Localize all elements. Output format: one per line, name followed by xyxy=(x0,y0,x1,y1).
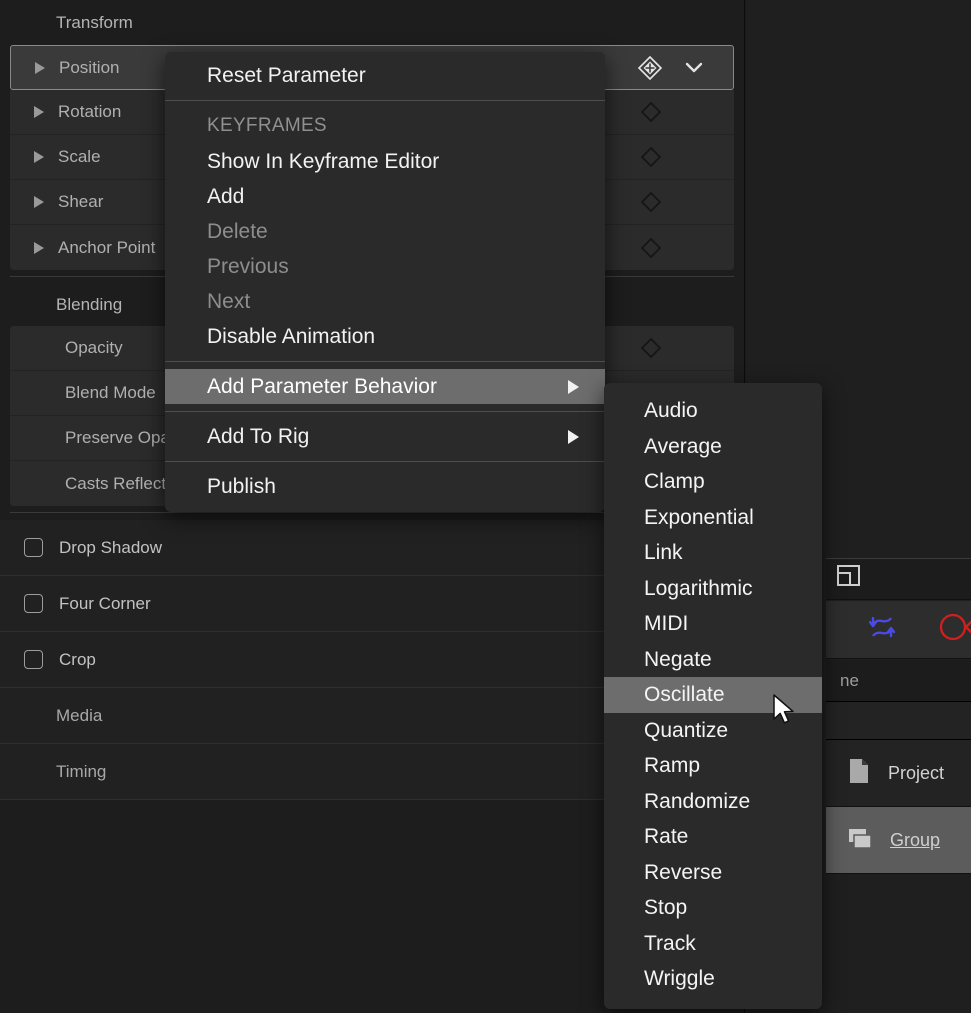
document-icon xyxy=(848,758,870,789)
disclosure-triangle-icon[interactable] xyxy=(34,196,44,208)
menu-item-show-in-keyframe-editor[interactable]: Show In Keyframe Editor xyxy=(165,144,605,179)
menu-item-add-parameter-behavior[interactable]: Add Parameter Behavior xyxy=(165,369,605,404)
group-layers-icon xyxy=(848,826,872,855)
submenu-item-link[interactable]: Link xyxy=(604,535,822,571)
checkbox-label: Four Corner xyxy=(59,594,151,614)
checkbox-label: Drop Shadow xyxy=(59,538,162,558)
context-menu: Reset Parameter KEYFRAMES Show In Keyfra… xyxy=(165,52,605,512)
section-label: Media xyxy=(56,706,102,726)
parameter-label: Anchor Point xyxy=(58,238,155,258)
submenu-item-negate[interactable]: Negate xyxy=(604,642,822,678)
submenu-item-audio[interactable]: Audio xyxy=(604,393,822,429)
menu-item-next: Next xyxy=(165,284,605,319)
keyframe-diamond-icon[interactable] xyxy=(638,144,664,170)
checkbox-icon[interactable] xyxy=(24,538,43,557)
keyframe-diamond-icon[interactable] xyxy=(638,335,664,361)
parameter-label: Opacity xyxy=(65,338,123,358)
submenu-item-track[interactable]: Track xyxy=(604,926,822,962)
transform-section-title: Transform xyxy=(0,0,744,45)
dock-toolbar xyxy=(826,558,971,600)
submenu-item-average[interactable]: Average xyxy=(604,429,822,465)
dock-item-label: Project xyxy=(888,763,944,784)
menu-separator xyxy=(165,361,605,362)
disclosure-triangle-icon[interactable] xyxy=(34,242,44,254)
dock-name-field[interactable]: ne xyxy=(826,660,971,702)
parameter-label: Scale xyxy=(58,147,101,167)
mouse-cursor xyxy=(772,694,798,733)
menu-item-reset-parameter[interactable]: Reset Parameter xyxy=(165,58,605,93)
group-window-icon[interactable] xyxy=(836,564,864,595)
menu-item-label: Add Parameter Behavior xyxy=(207,375,437,398)
submenu-item-exponential[interactable]: Exponential xyxy=(604,500,822,536)
checkbox-icon[interactable] xyxy=(24,594,43,613)
checkbox-icon[interactable] xyxy=(24,650,43,669)
loop-arrows-icon[interactable] xyxy=(864,612,900,647)
dock-item-project[interactable]: Project xyxy=(826,740,971,807)
keyframe-diamond-icon[interactable] xyxy=(638,189,664,215)
dock-blank-row xyxy=(826,702,971,740)
menu-item-disable-animation[interactable]: Disable Animation xyxy=(165,319,605,354)
parameter-label: Rotation xyxy=(58,102,121,122)
dock-item-label: Group xyxy=(890,830,940,851)
submenu-item-logarithmic[interactable]: Logarithmic xyxy=(604,571,822,607)
disclosure-triangle-icon[interactable] xyxy=(34,106,44,118)
submenu-item-reverse[interactable]: Reverse xyxy=(604,855,822,891)
menu-separator xyxy=(165,461,605,462)
submenu-item-clamp[interactable]: Clamp xyxy=(604,464,822,500)
parameter-label: Blend Mode xyxy=(65,383,156,403)
dock-name-text: ne xyxy=(840,671,859,691)
submenu-item-rate[interactable]: Rate xyxy=(604,819,822,855)
chevron-down-icon[interactable] xyxy=(685,58,703,78)
parameter-label: Position xyxy=(59,58,119,78)
submenu-item-stop[interactable]: Stop xyxy=(604,890,822,926)
keyframe-add-icon[interactable] xyxy=(637,55,663,81)
submenu-item-randomize[interactable]: Randomize xyxy=(604,784,822,820)
menu-item-publish[interactable]: Publish xyxy=(165,469,605,504)
dock-item-group[interactable]: Group xyxy=(826,807,971,874)
submenu-arrow-icon xyxy=(568,380,579,394)
submenu-item-ramp[interactable]: Ramp xyxy=(604,748,822,784)
parameter-label: Shear xyxy=(58,192,103,212)
circle-diamond-icon[interactable] xyxy=(938,611,971,648)
checkbox-label: Crop xyxy=(59,650,96,670)
submenu-item-wriggle[interactable]: Wriggle xyxy=(604,961,822,997)
disclosure-triangle-icon[interactable] xyxy=(35,62,45,74)
dock-icon-row xyxy=(826,601,971,659)
menu-item-add[interactable]: Add xyxy=(165,179,605,214)
submenu-arrow-icon xyxy=(568,430,579,444)
disclosure-triangle-icon[interactable] xyxy=(34,151,44,163)
keyframe-diamond-icon[interactable] xyxy=(638,235,664,261)
menu-header-keyframes: KEYFRAMES xyxy=(165,108,605,144)
menu-item-label: Add To Rig xyxy=(207,425,309,448)
submenu-item-midi[interactable]: MIDI xyxy=(604,606,822,642)
menu-item-delete: Delete xyxy=(165,214,605,249)
section-label: Timing xyxy=(56,762,106,782)
menu-item-add-to-rig[interactable]: Add To Rig xyxy=(165,419,605,454)
keyframe-diamond-icon[interactable] xyxy=(638,99,664,125)
menu-separator xyxy=(165,100,605,101)
app-root: Transform Position Rotation xyxy=(0,0,971,1013)
menu-separator xyxy=(165,411,605,412)
menu-item-previous: Previous xyxy=(165,249,605,284)
